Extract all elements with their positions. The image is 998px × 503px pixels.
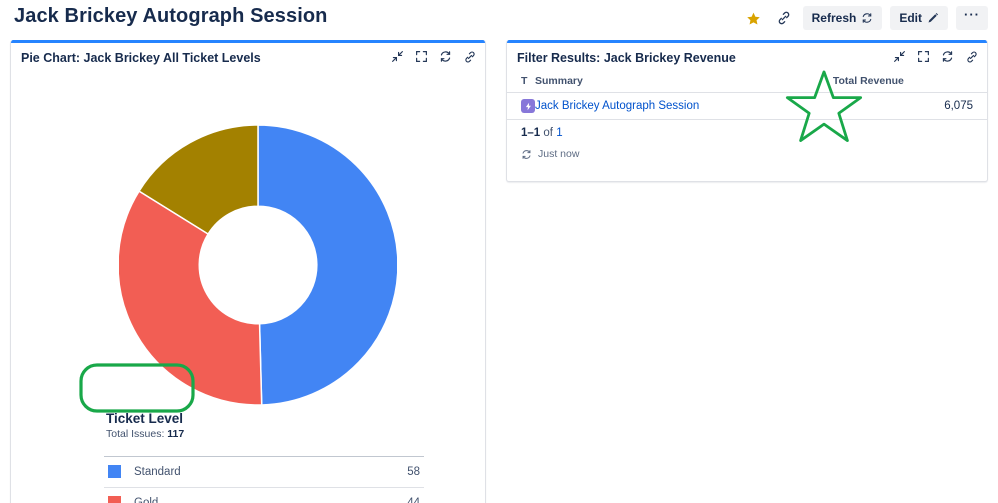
legend-color-swatch — [108, 496, 121, 503]
edit-button[interactable]: Edit — [890, 6, 948, 30]
refresh-status-label: Just now — [538, 148, 580, 160]
expand-icon[interactable] — [916, 49, 931, 64]
filter-results-panel-controls — [892, 49, 979, 64]
cell-summary: Jack Brickey Autograph Session — [535, 92, 833, 120]
page-title: Jack Brickey Autograph Session — [14, 5, 328, 27]
refresh-button[interactable]: Refresh — [802, 6, 883, 30]
legend-value: 58 — [407, 466, 420, 478]
pencil-icon — [928, 13, 938, 23]
pie-chart-panel-controls — [390, 49, 477, 64]
link-icon[interactable] — [964, 49, 979, 64]
legend-color-swatch — [108, 465, 121, 478]
pie-slice-standard[interactable] — [257, 124, 397, 406]
cell-type — [507, 92, 535, 120]
column-header-summary[interactable]: Summary — [535, 73, 833, 93]
column-header-type[interactable]: T — [507, 73, 535, 93]
copy-link-icon[interactable] — [773, 7, 795, 29]
favorite-star-icon[interactable] — [743, 7, 765, 29]
collapse-icon[interactable] — [892, 49, 907, 64]
legend-total-label: Total Issues: — [106, 428, 165, 440]
edit-button-label: Edit — [899, 11, 922, 25]
legend-label: Gold — [134, 497, 159, 503]
star-glyph — [747, 12, 760, 24]
refresh-button-label: Refresh — [811, 11, 857, 25]
legend-table: Standard 58 Gold 44 VIP — [104, 456, 424, 503]
legend-row[interactable]: Standard 58 — [104, 456, 424, 488]
pie-chart-panel-title: Pie Chart: Jack Brickey All Ticket Level… — [21, 51, 261, 65]
link-icon[interactable] — [462, 49, 477, 64]
more-actions-button[interactable]: ··· — [956, 6, 988, 30]
refresh-icon[interactable] — [438, 49, 453, 64]
table-row[interactable]: Jack Brickey Autograph Session 6,075 — [507, 92, 987, 120]
pie-chart-area — [11, 73, 485, 406]
refresh-status[interactable]: Just now — [507, 141, 987, 170]
filter-results-panel-header: Filter Results: Jack Brickey Revenue — [507, 43, 987, 73]
refresh-icon — [522, 149, 531, 159]
task-icon — [521, 99, 535, 113]
page-header: Jack Brickey Autograph Session Refresh E… — [0, 0, 998, 40]
pie-chart-panel-header: Pie Chart: Jack Brickey All Ticket Level… — [11, 43, 485, 73]
refresh-icon — [863, 13, 872, 23]
legend-row[interactable]: Gold 44 — [104, 488, 424, 503]
column-header-total-revenue[interactable]: Total Revenue — [833, 73, 987, 93]
expand-icon[interactable] — [414, 49, 429, 64]
legend-label: Standard — [134, 466, 181, 478]
pagination: 1–1 of 1 — [507, 120, 987, 141]
legend-value: 44 — [407, 497, 420, 503]
collapse-icon[interactable] — [390, 49, 405, 64]
pagination-of: of — [543, 127, 553, 139]
filter-results-table: T Summary Total Revenue Jack Brickey Aut… — [507, 73, 987, 120]
legend-total: Total Issues: 117 — [106, 427, 184, 441]
pagination-total[interactable]: 1 — [556, 127, 562, 139]
cell-total-revenue: 6,075 — [832, 92, 987, 120]
link-glyph — [778, 11, 789, 25]
header-actions: Refresh Edit ··· — [743, 6, 988, 30]
filter-results-panel-title: Filter Results: Jack Brickey Revenue — [517, 51, 736, 65]
pagination-range: 1–1 — [521, 127, 541, 139]
donut-chart[interactable] — [119, 121, 397, 409]
refresh-icon[interactable] — [940, 49, 955, 64]
legend-swatch-cell — [104, 457, 134, 488]
filter-results-panel: Filter Results: Jack Brickey Revenue T S… — [506, 40, 988, 182]
legend-title-box: Ticket Level Total Issues: 117 — [96, 408, 192, 445]
legend-title: Ticket Level — [106, 411, 184, 426]
table-header-row: T Summary Total Revenue — [507, 73, 987, 93]
legend-total-value: 117 — [167, 428, 185, 440]
legend-swatch-cell — [104, 488, 134, 503]
dashboard-page: Jack Brickey Autograph Session Refresh E… — [0, 0, 998, 503]
pie-chart-panel: Pie Chart: Jack Brickey All Ticket Level… — [10, 40, 486, 503]
issue-link[interactable]: Jack Brickey Autograph Session — [535, 100, 699, 112]
